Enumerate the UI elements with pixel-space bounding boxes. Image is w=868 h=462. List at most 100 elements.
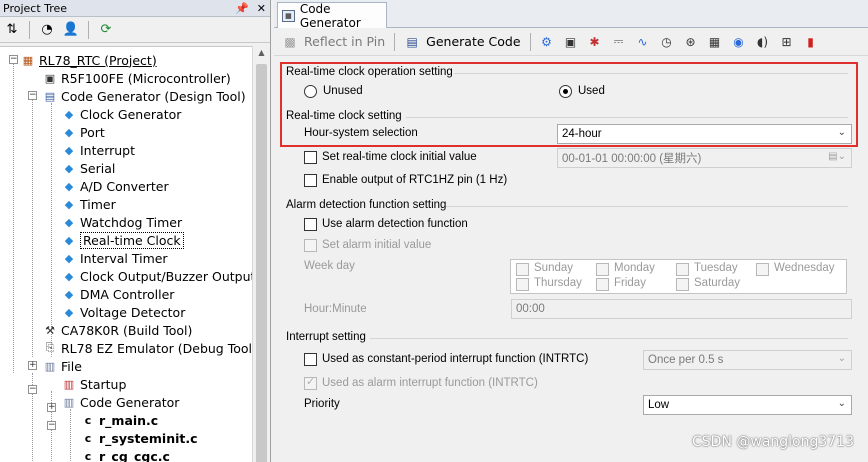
tree-item-ad-converter[interactable]: ◆ A/D Converter	[61, 177, 169, 195]
chip-icon: ▣	[44, 71, 56, 85]
close-icon[interactable]: ✕	[257, 2, 266, 15]
set-alarm-initial-checkbox[interactable]	[304, 239, 317, 252]
clock-tree-icon[interactable]: ⚙	[536, 31, 558, 53]
set-initial-value-label: Set real-time clock initial value	[322, 151, 477, 163]
sort-icon[interactable]: ⇅	[2, 20, 22, 40]
group-divider	[370, 338, 848, 339]
tree-item-voltage-detector[interactable]: ◆ Voltage Detector	[61, 303, 186, 321]
hour-minute-field[interactable]: 00:00	[511, 299, 852, 319]
tab-code-generator[interactable]: ▦ Code Generator	[277, 2, 387, 30]
tree-item-dma-controller[interactable]: ◆ DMA Controller	[61, 285, 175, 303]
tree-item-startup[interactable]: ▥ Startup	[61, 375, 127, 393]
module-icon: ◆	[64, 143, 74, 157]
properties-icon[interactable]: ◔	[37, 20, 57, 40]
expand-toggle[interactable]: −	[28, 385, 37, 394]
alarm-interrupt-checkbox[interactable]	[304, 375, 317, 390]
weekday-sunday-checkbox[interactable]	[516, 263, 529, 276]
tree-item-port[interactable]: ◆ Port	[61, 123, 105, 141]
tree-item-label: r_cg_cgc.c	[99, 448, 170, 462]
tree-item-label: Timer	[80, 196, 116, 212]
weekday-saturday-checkbox[interactable]	[676, 278, 689, 291]
tree-item-code-generator-folder[interactable]: ▥ Code Generator	[61, 393, 180, 411]
watchdog-icon[interactable]: ⊛	[680, 31, 702, 53]
tree-item-r-cg-cgc-c[interactable]: c r_cg_cgc.c	[80, 447, 170, 462]
expand-toggle[interactable]: −	[47, 421, 56, 430]
weekday-label: Tuesday	[694, 262, 738, 274]
tree-item-clock-output[interactable]: ◆ Clock Output/Buzzer Output	[61, 267, 252, 285]
weekday-thursday-checkbox[interactable]	[516, 278, 529, 291]
interrupt-legend: Interrupt setting	[286, 331, 366, 343]
rtc-icon[interactable]: ▦	[704, 31, 726, 53]
tree-item-label: Real-time Clock	[80, 231, 184, 249]
serial-icon[interactable]: ⎓	[608, 31, 630, 53]
reflect-in-pin-button[interactable]: ▩ Reflect in Pin	[278, 31, 389, 53]
module-icon: ◆	[64, 179, 74, 193]
voltage-detector-icon[interactable]: ▮	[800, 31, 822, 53]
tree-item-clock-generator[interactable]: ◆ Clock Generator	[61, 105, 182, 123]
timer-icon[interactable]: ◷	[656, 31, 678, 53]
port-icon[interactable]: ▣	[560, 31, 582, 53]
user-icon[interactable]: 👤	[61, 20, 81, 40]
priority-select[interactable]: Low ⌄	[643, 395, 852, 415]
expand-toggle[interactable]: −	[9, 55, 18, 64]
module-icon: ◆	[64, 305, 74, 319]
refresh-icon[interactable]: ⟳	[96, 20, 116, 40]
tree-item-r-systeminit-c[interactable]: c r_systeminit.c	[80, 429, 198, 447]
tree-item-debug-tool[interactable]: ⎘ RL78 EZ Emulator (Debug Tool)	[42, 339, 252, 357]
enable-rtc1hz-label: Enable output of RTC1HZ pin (1 Hz)	[322, 174, 508, 186]
debugger-icon: ⎘	[45, 341, 55, 354]
tree-item-project[interactable]: ▦ RL78_RTC (Project)	[20, 51, 157, 69]
expand-toggle[interactable]: +	[47, 403, 56, 412]
hour-minute-label: Hour:Minute	[304, 303, 367, 315]
weekday-monday-checkbox[interactable]	[596, 263, 609, 276]
tree-item-serial[interactable]: ◆ Serial	[61, 159, 116, 177]
week-day-label: Week day	[304, 260, 355, 272]
tree-item-code-generator[interactable]: ▤ Code Generator (Design Tool)	[42, 87, 246, 105]
scroll-up-icon[interactable]: ▲	[253, 48, 270, 64]
weekday-tuesday-checkbox[interactable]	[676, 263, 689, 276]
tree-item-label: Serial	[80, 160, 116, 176]
scrollbar-thumb[interactable]	[256, 64, 267, 462]
c-file-icon: c	[84, 431, 92, 445]
reflect-pin-icon: ▩	[284, 34, 296, 49]
weekday-label: Sunday	[534, 262, 574, 274]
tree-item-watchdog-timer[interactable]: ◆ Watchdog Timer	[61, 213, 182, 231]
tree-item-label: File	[61, 358, 82, 374]
weekday-friday-checkbox[interactable]	[596, 278, 609, 291]
tree-item-real-time-clock[interactable]: ◆ Real-time Clock	[61, 231, 184, 249]
interval-timer-icon[interactable]: ◉	[728, 31, 750, 53]
tree-item-interval-timer[interactable]: ◆ Interval Timer	[61, 249, 168, 267]
weekday-wednesday-checkbox[interactable]	[756, 263, 769, 276]
toolbar-separator	[394, 32, 396, 51]
tree-item-label: DMA Controller	[80, 286, 175, 302]
watermark: CSDN @wanglong3713	[692, 434, 854, 450]
weekday-label: Wednesday	[774, 262, 835, 274]
tree-item-label: Port	[80, 124, 105, 140]
dma-icon[interactable]: ⊞	[776, 31, 798, 53]
editor-tabbar: ▦ Code Generator	[274, 0, 868, 30]
adc-icon[interactable]: ∿	[632, 31, 654, 53]
buzzer-icon[interactable]: ◖)	[752, 31, 774, 53]
pin-icon[interactable]: 📌	[235, 2, 249, 15]
expand-toggle[interactable]: +	[28, 361, 37, 370]
constant-period-checkbox[interactable]	[304, 353, 317, 366]
interrupt-icon[interactable]: ✱	[584, 31, 606, 53]
chevron-down-icon: ⌄	[837, 398, 846, 409]
project-tree: − − + − + − ▦ RL78_RTC (Project) ▣ R5F10…	[0, 46, 252, 462]
project-tree-scrollbar[interactable]: ▲	[252, 46, 270, 462]
tree-item-label: r_systeminit.c	[99, 430, 198, 446]
initial-value-datetime-field[interactable]: 00-01-01 00:00:00 (星期六) ▤⌄	[557, 148, 852, 168]
tree-item-interrupt[interactable]: ◆ Interrupt	[61, 141, 135, 159]
constant-period-select[interactable]: Once per 0.5 s ⌄	[643, 350, 852, 370]
set-initial-value-checkbox[interactable]	[304, 151, 317, 164]
expand-toggle[interactable]: −	[28, 91, 37, 100]
tree-item-r-main-c[interactable]: c r_main.c	[80, 411, 158, 429]
enable-rtc1hz-checkbox[interactable]	[304, 174, 317, 187]
tree-item-timer[interactable]: ◆ Timer	[61, 195, 116, 213]
generate-code-button[interactable]: ▤ Generate Code	[400, 31, 524, 53]
tree-item-label: Clock Generator	[80, 106, 182, 122]
use-alarm-checkbox[interactable]	[304, 218, 317, 231]
tree-item-microcontroller[interactable]: ▣ R5F100FE (Microcontroller)	[42, 69, 231, 87]
tree-item-build-tool[interactable]: ⚒ CA78K0R (Build Tool)	[42, 321, 192, 339]
tree-item-file[interactable]: ▥ File	[42, 357, 82, 375]
